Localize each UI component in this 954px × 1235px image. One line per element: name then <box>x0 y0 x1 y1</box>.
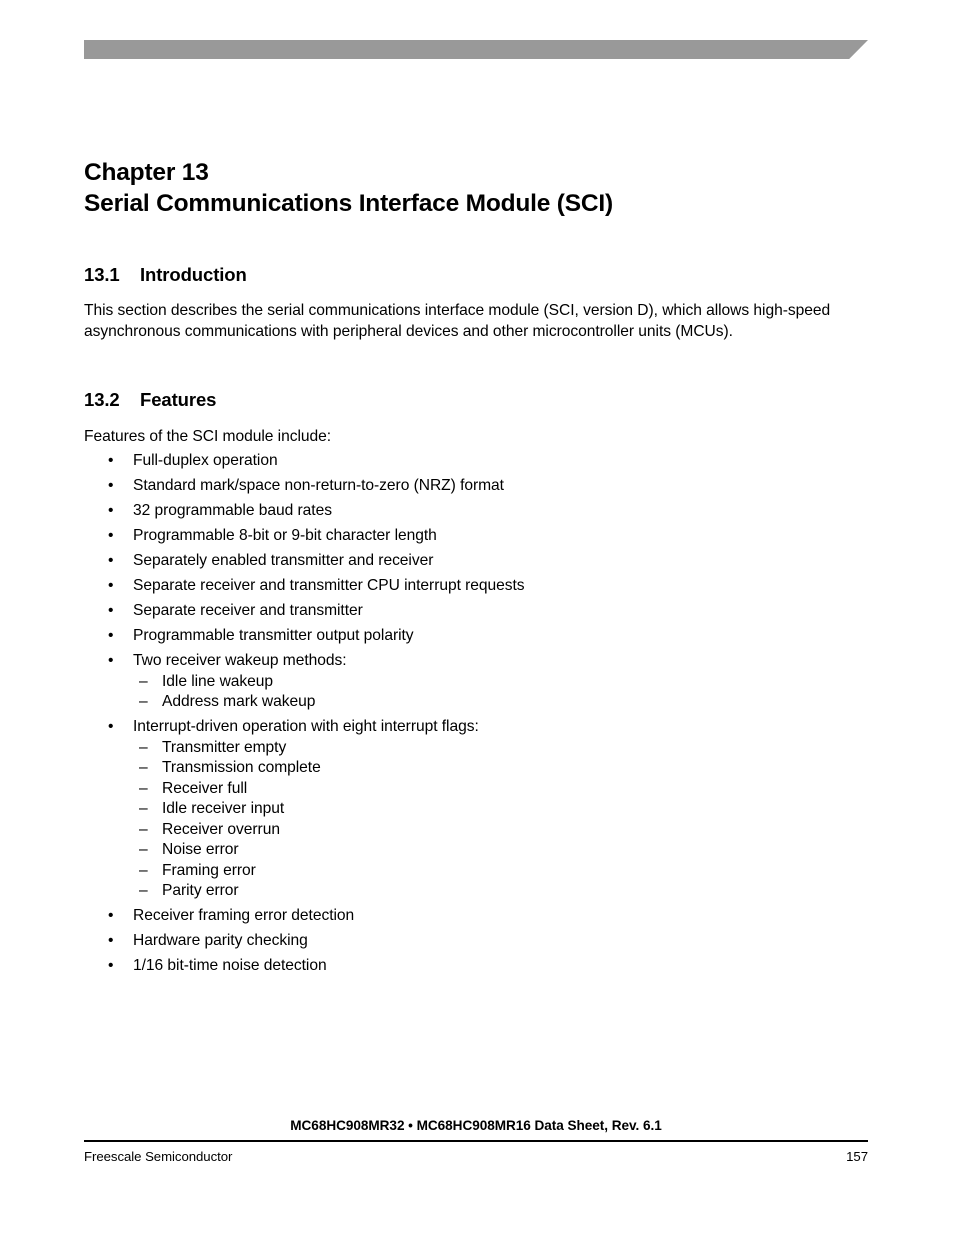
feature-bullet: • Standard mark/space non-return-to-zero … <box>84 476 844 497</box>
footer-document-title: MC68HC908MR32 • MC68HC908MR16 Data Sheet… <box>290 1118 662 1133</box>
feature-bullet: • Separately enabled transmitter and rece… <box>84 551 844 572</box>
feature-bullet: • Programmable transmitter output polarit… <box>84 626 844 647</box>
header-decoration-bar <box>84 40 868 59</box>
feature-sub-bullet: – Parity error <box>133 881 844 902</box>
dash-marker-icon: – <box>139 672 148 690</box>
feature-sub-bullet: – Transmitter empty <box>133 738 844 759</box>
feature-sub-bullet: – Receiver full <box>133 779 844 800</box>
feature-sub-bullet-label: Receiver overrun <box>162 820 280 838</box>
bullet-marker-icon: • <box>108 602 114 619</box>
feature-bullet-label: Programmable 8-bit or 9-bit character le… <box>133 527 437 544</box>
feature-sub-bullet-label: Parity error <box>162 882 239 899</box>
feature-bullet: • Separate receiver and transmitter <box>84 601 844 622</box>
feature-bullet-label: Hardware parity checking <box>133 932 308 949</box>
feature-bullet: • Receiver framing error detection <box>84 906 844 927</box>
dash-marker-icon: – <box>139 738 148 756</box>
feature-bullet-label: 1/16 bit-time noise detection <box>133 957 327 974</box>
bullet-marker-icon: • <box>108 452 114 469</box>
bullet-marker-icon: • <box>108 718 114 735</box>
bullet-marker-icon: • <box>108 527 114 544</box>
feature-sub-bullet: – Transmission complete <box>133 758 844 779</box>
feature-sub-bullet: – Framing error <box>133 861 844 882</box>
feature-bullet: • 32 programmable baud rates <box>84 501 844 522</box>
feature-sub-list: – Idle line wakeup – Address mark wakeup <box>133 672 844 713</box>
feature-bullet: • Interrupt-driven operation with eight i… <box>84 717 844 902</box>
bullet-marker-icon: • <box>108 577 114 594</box>
feature-sub-bullet-label: Idle line wakeup <box>162 672 274 690</box>
feature-bullet-label: Full-duplex operation <box>133 452 278 469</box>
section-title-features: Features <box>140 389 217 410</box>
feature-sub-bullet-label: Receiver full <box>162 779 248 797</box>
feature-bullet-label: 32 programmable baud rates <box>133 502 332 519</box>
footer-page-number: 157 <box>846 1149 868 1164</box>
feature-bullet-label: Standard mark/space non-return-to-zero (… <box>133 477 504 494</box>
section-title-introduction: Introduction <box>140 264 247 285</box>
feature-sub-bullet-label: Noise error <box>162 841 239 858</box>
feature-bullet: • 1/16 bit-time noise detection <box>84 956 844 977</box>
bullet-marker-icon: • <box>108 502 114 519</box>
feature-bullet-label: Separately enabled transmitter and recei… <box>133 552 434 569</box>
feature-sub-bullet-label: Address mark wakeup <box>162 693 316 710</box>
feature-sub-list: – Transmitter empty – Transmission complete… <box>133 738 844 902</box>
bullet-marker-icon: • <box>108 932 114 949</box>
section-heading-introduction: 13.1 Introduction <box>84 264 247 286</box>
feature-sub-bullet: – Receiver overrun <box>133 820 844 841</box>
feature-bullet-label: Two receiver wakeup methods: <box>133 652 347 669</box>
feature-sub-bullet-label: Transmitter empty <box>162 738 287 756</box>
bullet-marker-icon: • <box>108 627 114 644</box>
chapter-number: Chapter 13 <box>84 159 209 186</box>
feature-bullet-label: Receiver framing error detection <box>133 907 355 924</box>
dash-marker-icon: – <box>139 693 148 710</box>
feature-bullet-label: Separate receiver and transmitter CPU in… <box>133 577 525 594</box>
introduction-paragraph: This section describes the serial commun… <box>84 302 831 340</box>
feature-bullet: • Separate receiver and transmitter CPU i… <box>84 576 844 597</box>
feature-sub-bullet: – Address mark wakeup <box>133 692 844 713</box>
dash-marker-icon: – <box>139 800 148 817</box>
feature-sub-bullet: – Idle receiver input <box>133 799 844 820</box>
features-list: • Full-duplex operation • Standard mark/spa… <box>84 451 844 981</box>
dash-marker-icon: – <box>139 861 148 879</box>
dash-marker-icon: – <box>139 779 148 797</box>
bullet-marker-icon: • <box>108 907 114 924</box>
section-number-introduction: 13.1 <box>84 264 120 285</box>
feature-sub-bullet-label: Framing error <box>162 861 256 879</box>
feature-bullet-label: Separate receiver and transmitter <box>133 602 363 619</box>
chapter-title: Serial Communications Interface Module (… <box>84 190 613 217</box>
dash-marker-icon: – <box>139 841 148 858</box>
feature-bullet-label: Interrupt-driven operation with eight in… <box>133 718 479 735</box>
feature-sub-bullet-label: Idle receiver input <box>162 800 285 817</box>
feature-bullet: • Programmable 8-bit or 9-bit character l… <box>84 526 844 547</box>
section-heading-features: 13.2 Features <box>84 389 216 411</box>
bullet-marker-icon: • <box>108 552 114 569</box>
dash-marker-icon: – <box>139 759 148 776</box>
features-lead-in: Features of the SCI module include: <box>84 428 332 445</box>
header-bar-shape <box>84 40 868 59</box>
feature-bullet: • Full-duplex operation <box>84 451 844 472</box>
feature-bullet: • Two receiver wakeup methods: – Idle line … <box>84 651 844 713</box>
bullet-marker-icon: • <box>108 477 114 494</box>
feature-sub-bullet: – Noise error <box>133 840 844 861</box>
dash-marker-icon: – <box>139 820 148 838</box>
feature-bullet: • Hardware parity checking <box>84 931 844 952</box>
document-page: Chapter 13 Serial Communications Interfa… <box>0 0 954 1235</box>
bullet-marker-icon: • <box>108 957 114 974</box>
feature-sub-bullet: – Idle line wakeup <box>133 672 844 693</box>
footer-divider <box>84 1140 868 1142</box>
feature-sub-bullet-label: Transmission complete <box>162 759 321 776</box>
dash-marker-icon: – <box>139 882 148 899</box>
feature-bullet-label: Programmable transmitter output polarity <box>133 627 414 644</box>
section-number-features: 13.2 <box>84 389 120 410</box>
chapter-heading-block: Chapter 13 Serial Communications Interfa… <box>84 158 884 220</box>
bullet-marker-icon: • <box>108 652 114 669</box>
